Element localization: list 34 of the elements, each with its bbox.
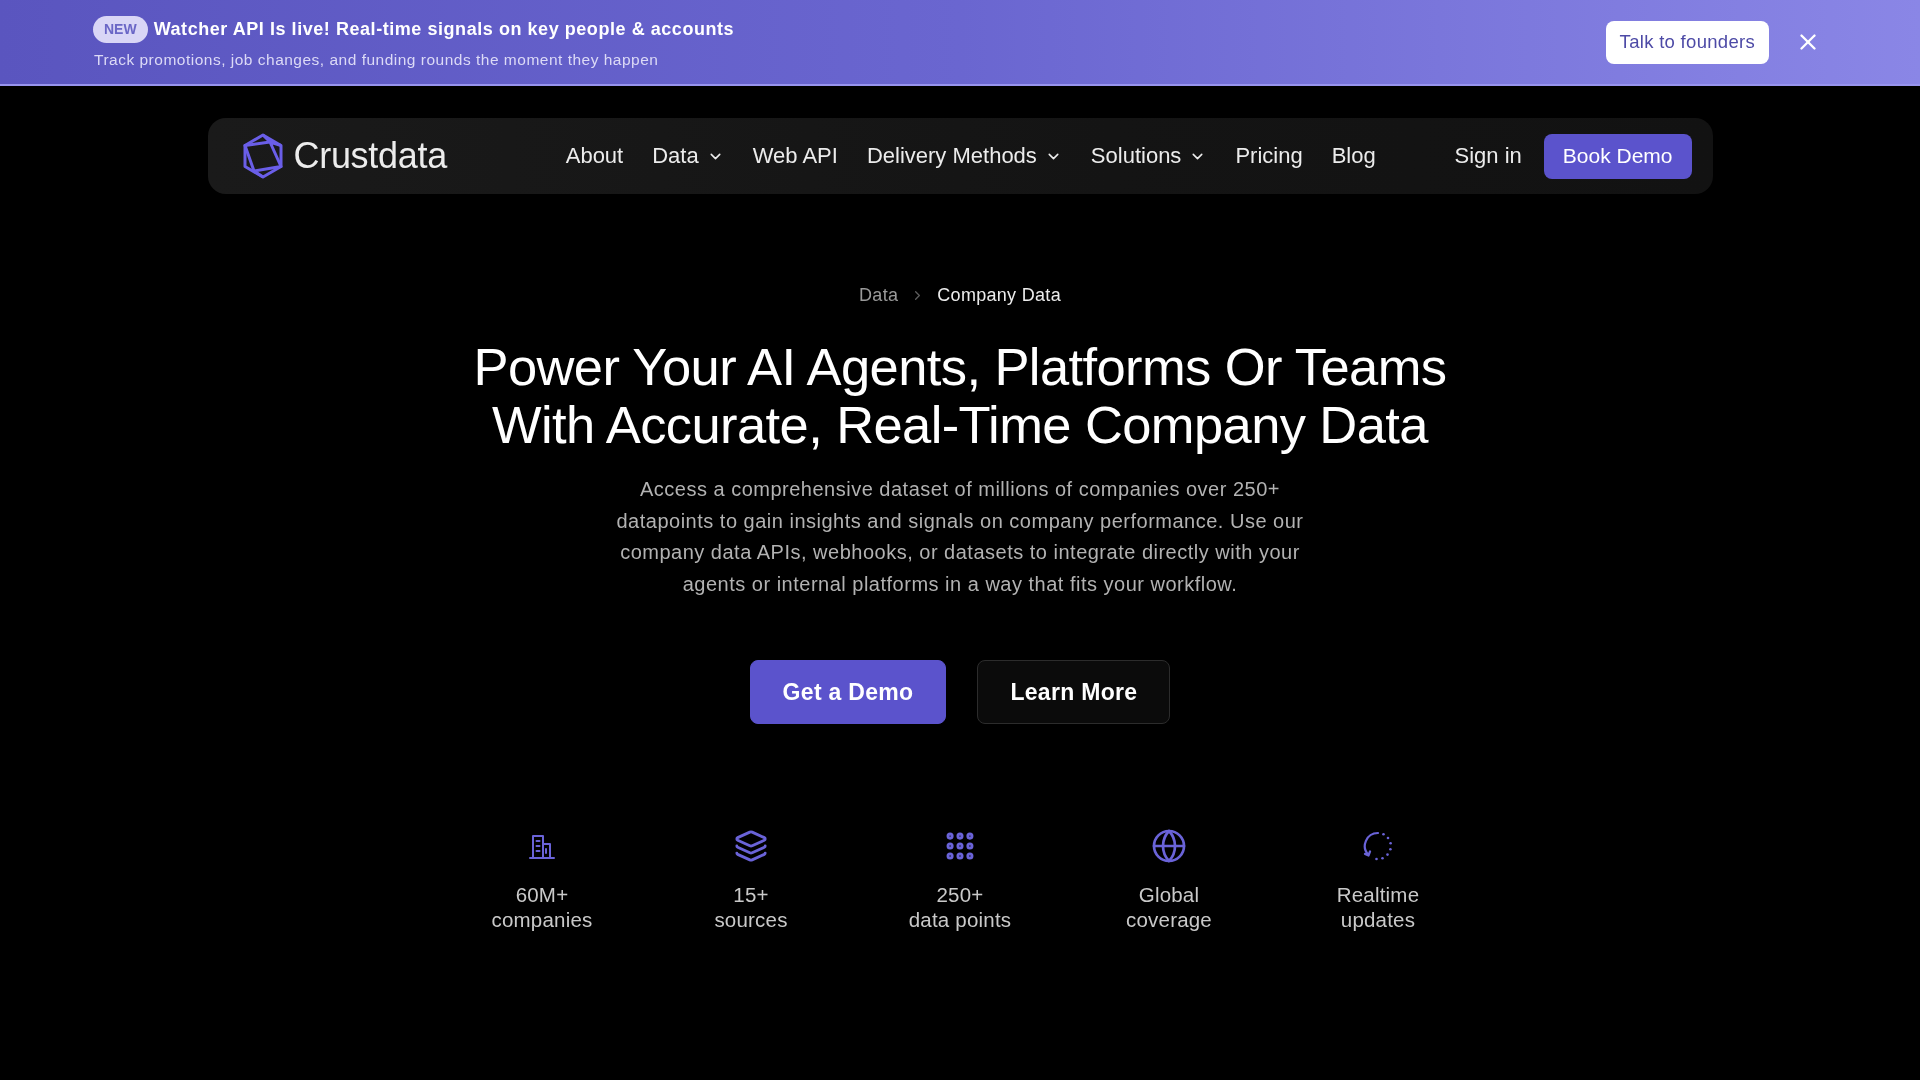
- circular-arrow-icon: [1362, 830, 1394, 862]
- hero-description: Access a comprehensive dataset of millions of companies over 250+ datapoints to gain insights and signals on company performance. Use our company data APIs, webhooks, or datasets to integrate directly with your agents or internal platforms in a way that fits your workflow.: [615, 477, 1305, 597]
- layers-icon: [734, 829, 768, 863]
- stat-value: 15+: [733, 882, 769, 907]
- book-demo-button[interactable]: Book Demo: [1543, 133, 1692, 179]
- stat-value: 60M+: [515, 882, 569, 907]
- stat-label: data points: [908, 907, 1012, 932]
- nav-link[interactable]: Blog: [1331, 143, 1376, 169]
- breadcrumb-link[interactable]: Data: [859, 284, 899, 306]
- nav-link[interactable]: Data: [652, 143, 724, 169]
- announcement-subtitle: Track promotions, job changes, and funding rounds the moment they happen: [93, 50, 660, 69]
- stat-label: sources: [714, 907, 788, 932]
- stat-label: companies: [491, 907, 593, 932]
- globe-icon: [1151, 828, 1187, 864]
- nav-link[interactable]: About: [565, 143, 624, 169]
- new-badge: NEW: [93, 15, 148, 43]
- nav-link[interactable]: Pricing: [1235, 143, 1303, 169]
- breadcrumb-link[interactable]: Company Data: [937, 284, 1061, 306]
- learn-more-button[interactable]: Learn More: [977, 660, 1171, 724]
- announcement-title: Watcher API Is live! Real-time signals on key people & accounts: [153, 18, 735, 40]
- stat-value: Realtime: [1336, 882, 1420, 907]
- nav-link[interactable]: Solutions: [1090, 143, 1207, 169]
- stat-value: Global: [1138, 882, 1200, 907]
- talk-to-founders-button[interactable]: Talk to founders: [1605, 20, 1769, 64]
- nav-link[interactable]: Delivery Methods: [866, 143, 1062, 169]
- stat-value: 250+: [936, 882, 984, 907]
- nav-link[interactable]: Web API: [752, 143, 838, 169]
- stat-label: updates: [1340, 907, 1416, 932]
- stat-label: coverage: [1126, 907, 1212, 932]
- logo-text[interactable]: Crustdata: [293, 135, 447, 177]
- hero-title: Power Your AI Agents, Platforms Or Teams With Accurate, Real-Time Company Data: [473, 338, 1447, 454]
- get-demo-button[interactable]: Get a Demo: [749, 660, 947, 724]
- building-icon: [528, 832, 556, 860]
- sign-in-link[interactable]: Sign in: [1454, 143, 1522, 169]
